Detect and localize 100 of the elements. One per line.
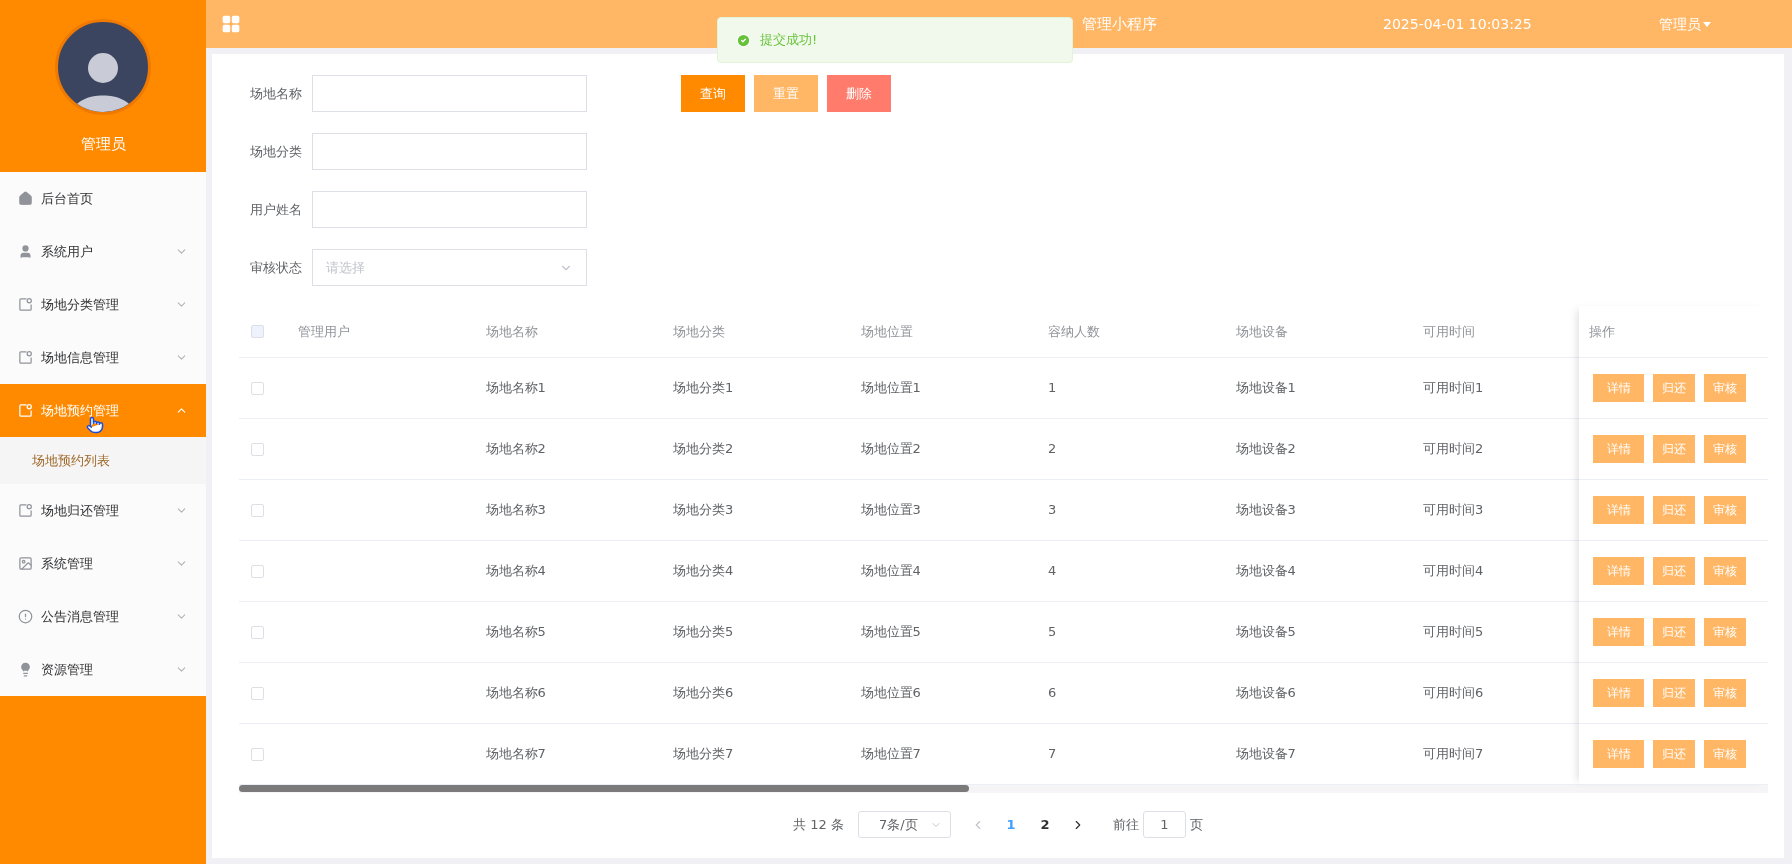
input-field[interactable] xyxy=(312,75,587,112)
checkbox[interactable] xyxy=(251,325,264,338)
checkbox[interactable] xyxy=(251,747,264,761)
table-cell: 场地名称5 xyxy=(485,624,546,640)
table-cell: 场地位置5 xyxy=(860,624,921,640)
table-cell: 4 xyxy=(1048,563,1057,579)
action-button[interactable]: 重置 xyxy=(754,75,818,112)
row-action-button[interactable]: 归还 xyxy=(1653,679,1695,707)
table-cell: 场地位置6 xyxy=(860,685,921,701)
table-cell: 场地设备5 xyxy=(1235,624,1296,640)
page-input[interactable]: 1 xyxy=(1142,811,1186,838)
menu-item[interactable]: 系统用户 xyxy=(0,225,206,278)
table-cell: 可用时间2 xyxy=(1423,441,1484,457)
table-cell: 场地位置4 xyxy=(860,563,921,579)
table-cell: 场地分类5 xyxy=(673,624,734,640)
row-action-button[interactable]: 归还 xyxy=(1653,618,1695,646)
checkbox[interactable] xyxy=(251,381,264,395)
checkbox[interactable] xyxy=(251,503,264,517)
table-cell: 场地设备4 xyxy=(1235,563,1296,579)
total-count: 共 12 条 xyxy=(793,815,844,834)
checkbox[interactable] xyxy=(251,564,264,578)
table-cell: 场地设备1 xyxy=(1235,380,1296,396)
checkbox[interactable] xyxy=(251,625,264,639)
row-action-button[interactable]: 归还 xyxy=(1653,374,1695,402)
submenu-item[interactable]: 场地预约列表 xyxy=(0,437,206,484)
menu-item[interactable]: 场地信息管理 xyxy=(0,331,206,384)
action-button[interactable]: 查询 xyxy=(681,75,745,112)
note-icon xyxy=(18,503,33,518)
menu-item[interactable]: 资源管理 xyxy=(0,643,206,696)
app-title: 管理小程序 xyxy=(1082,13,1157,35)
menu-item[interactable]: 场地预约管理 xyxy=(0,384,206,437)
lightbulb-icon xyxy=(18,662,33,677)
table-cell: 场地位置2 xyxy=(860,441,921,457)
row-action-button[interactable]: 详情 xyxy=(1593,374,1644,402)
image-icon xyxy=(18,556,33,571)
input-field[interactable] xyxy=(312,133,587,170)
table-cell: 场地分类3 xyxy=(673,502,734,518)
menu-item[interactable]: 系统管理 xyxy=(0,537,206,590)
filter-label: 用户姓名 xyxy=(249,200,303,219)
select-field[interactable]: 请选择 xyxy=(312,249,587,286)
table-cell: 场地分类7 xyxy=(673,746,734,762)
action-button[interactable]: 删除 xyxy=(827,75,891,112)
row-action-button[interactable]: 归还 xyxy=(1653,435,1695,463)
row-action-button[interactable]: 详情 xyxy=(1593,740,1644,768)
menu-item[interactable]: 公告消息管理 xyxy=(0,590,206,643)
note-icon xyxy=(18,350,33,365)
user-menu[interactable]: 管理员 xyxy=(1658,13,1711,35)
row-action-button[interactable]: 详情 xyxy=(1593,435,1644,463)
menu-item[interactable]: 场地分类管理 xyxy=(0,278,206,331)
row-action-button[interactable]: 审核 xyxy=(1704,740,1746,768)
row-action-button[interactable]: 归还 xyxy=(1653,557,1695,585)
table-cell: 5 xyxy=(1048,624,1057,640)
table-cell: 6 xyxy=(1048,685,1057,701)
row-action-button[interactable]: 详情 xyxy=(1593,557,1644,585)
table-cell: 场地设备6 xyxy=(1235,685,1296,701)
goto-label: 前往 xyxy=(1112,815,1139,834)
table-cell: 场地名称3 xyxy=(485,502,546,518)
table-cell: 可用时间1 xyxy=(1423,380,1484,396)
filter-label: 场地名称 xyxy=(249,84,303,103)
goto-suffix: 页 xyxy=(1189,815,1203,834)
table-cell: 场地分类6 xyxy=(673,685,734,701)
datetime: 2025-04-01 10:03:25 xyxy=(1383,14,1532,34)
table-cell: 可用时间3 xyxy=(1423,502,1484,518)
checkbox[interactable] xyxy=(251,686,264,700)
row-action-button[interactable]: 归还 xyxy=(1653,496,1695,524)
user-icon xyxy=(18,244,33,259)
menu-item[interactable]: 场地归还管理 xyxy=(0,484,206,537)
row-action-button[interactable]: 详情 xyxy=(1593,679,1644,707)
row-action-button[interactable]: 详情 xyxy=(1593,618,1644,646)
column-header: 场地分类 xyxy=(673,323,725,339)
table-cell: 场地分类4 xyxy=(673,563,734,579)
table-cell: 场地位置7 xyxy=(860,746,921,762)
page-number[interactable]: 2 xyxy=(1036,814,1053,835)
checkbox[interactable] xyxy=(251,442,264,456)
page-number[interactable]: 1 xyxy=(1002,814,1019,835)
column-header: 容纳人数 xyxy=(1048,323,1100,339)
table-cell: 场地设备3 xyxy=(1235,502,1296,518)
row-action-button[interactable]: 审核 xyxy=(1704,618,1746,646)
row-action-button[interactable]: 审核 xyxy=(1704,557,1746,585)
row-action-button[interactable]: 详情 xyxy=(1593,496,1644,524)
row-action-button[interactable]: 审核 xyxy=(1704,435,1746,463)
table-cell: 场地位置3 xyxy=(860,502,921,518)
column-header: 管理用户 xyxy=(298,323,350,339)
table-cell: 场地分类1 xyxy=(673,380,734,396)
horizontal-scrollbar[interactable] xyxy=(239,785,969,792)
row-action-button[interactable]: 审核 xyxy=(1704,496,1746,524)
caret-icon xyxy=(1702,21,1711,27)
row-action-button[interactable]: 审核 xyxy=(1704,374,1746,402)
page-size-select[interactable]: 7条/页 xyxy=(857,811,951,838)
filter-label: 场地分类 xyxy=(249,142,303,161)
row-action-button[interactable]: 归还 xyxy=(1653,740,1695,768)
row-action-button[interactable]: 审核 xyxy=(1704,679,1746,707)
home-icon xyxy=(18,191,33,206)
note-icon xyxy=(18,403,33,418)
hand-pointer-icon xyxy=(86,416,104,434)
menu-item[interactable]: 后台首页 xyxy=(0,172,206,225)
grid-icon[interactable] xyxy=(221,14,241,34)
filter-label: 审核状态 xyxy=(249,258,303,277)
input-field[interactable] xyxy=(312,191,587,228)
table-cell: 场地设备2 xyxy=(1235,441,1296,457)
